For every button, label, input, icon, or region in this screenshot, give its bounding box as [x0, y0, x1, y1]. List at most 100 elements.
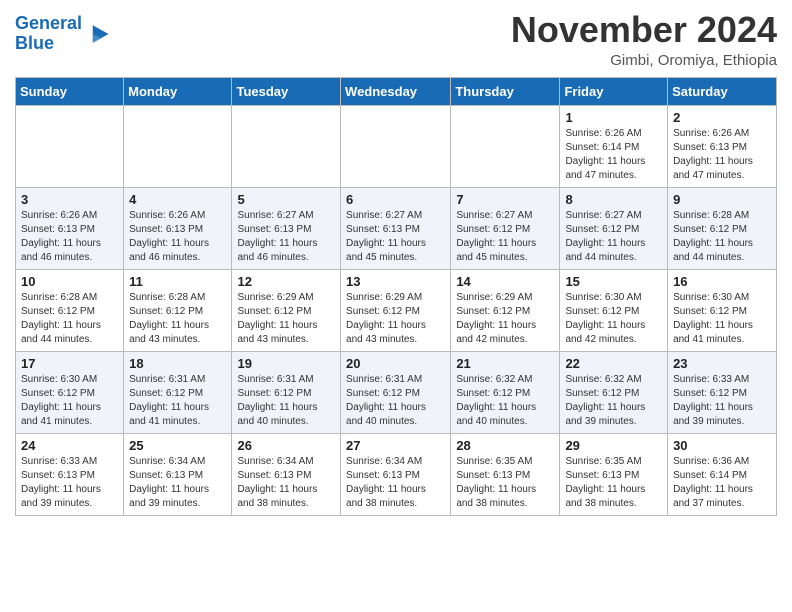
day-number: 5 [237, 192, 335, 207]
day-number: 21 [456, 356, 554, 371]
week-row-2: 3 Sunrise: 6:26 AM Sunset: 6:13 PM Daylig… [16, 187, 777, 269]
day-info: Sunrise: 6:30 AM Sunset: 6:12 PM Dayligh… [673, 291, 771, 347]
calendar-cell: 10Sunrise: 6:28 AM Sunset: 6:12 PM Dayli… [16, 269, 124, 351]
calendar-cell: 18Sunrise: 6:31 AM Sunset: 6:12 PM Dayli… [124, 351, 232, 433]
day-info: Sunrise: 6:29 AM Sunset: 6:12 PM Dayligh… [237, 291, 335, 347]
day-info: Sunrise: 6:32 AM Sunset: 6:12 PM Dayligh… [565, 373, 662, 429]
calendar-cell: 21 Sunrise: 6:32 AM Sunset: 6:12 PM Dayli… [451, 351, 560, 433]
day-info: Sunrise: 6:32 AM Sunset: 6:12 PM Dayligh… [456, 373, 554, 429]
day-info: Sunrise: 6:33 AM Sunset: 6:12 PM Dayligh… [673, 373, 771, 429]
calendar-cell [124, 105, 232, 187]
day-number: 10 [21, 274, 118, 289]
day-info: Sunrise: 6:26 AM Sunset: 6:13 PM Dayligh… [129, 209, 226, 265]
calendar-cell: 22 Sunrise: 6:32 AM Sunset: 6:12 PM Dayli… [560, 351, 668, 433]
day-info: Sunrise: 6:34 AM Sunset: 6:13 PM Dayligh… [346, 455, 445, 511]
calendar-cell: 8 Sunrise: 6:27 AM Sunset: 6:12 PM Daylig… [560, 187, 668, 269]
day-number: 1 [565, 110, 662, 125]
day-number: 15 [565, 274, 662, 289]
calendar-cell: 5 Sunrise: 6:27 AM Sunset: 6:13 PM Daylig… [232, 187, 341, 269]
day-number: 28 [456, 438, 554, 453]
day-info: Sunrise: 6:28 AM Sunset: 6:12 PM Dayligh… [129, 291, 226, 347]
day-info: Sunrise: 6:35 AM Sunset: 6:13 PM Dayligh… [565, 455, 662, 511]
week-row-3: 10 Sunrise: 6:28 AM Sunset: 6:12 PM Dayli… [16, 269, 777, 351]
calendar-cell: 25 Sunrise: 6:34 AM Sunset: 6:13 PM Dayli… [124, 433, 232, 515]
weekday-header-row: SundayMondayTuesdayWednesdayThursdayFrid… [16, 77, 777, 105]
day-info: Sunrise: 6:27 AM Sunset: 6:13 PM Dayligh… [346, 209, 445, 265]
day-number: 2 [673, 110, 771, 125]
day-number: 3 [21, 192, 118, 207]
logo: General Blue [15, 14, 112, 54]
calendar-cell: 30 Sunrise: 6:36 AM Sunset: 6:14 PM Dayli… [668, 433, 777, 515]
logo-icon [84, 20, 112, 48]
weekday-header-monday: Monday [124, 77, 232, 105]
location: Gimbi, Oromiya, Ethiopia [511, 52, 777, 69]
weekday-header-sunday: Sunday [16, 77, 124, 105]
calendar-cell: 27 Sunrise: 6:34 AM Sunset: 6:13 PM Dayli… [341, 433, 451, 515]
day-number: 26 [237, 438, 335, 453]
calendar-cell [451, 105, 560, 187]
day-number: 4 [129, 192, 226, 207]
calendar-cell: 12Sunrise: 6:29 AM Sunset: 6:12 PM Dayli… [232, 269, 341, 351]
calendar-cell: 3Sunrise: 6:26 AM Sunset: 6:13 PM Daylig… [16, 187, 124, 269]
calendar-cell: 1 Sunrise: 6:26 AM Sunset: 6:14 PM Daylig… [560, 105, 668, 187]
calendar-cell [16, 105, 124, 187]
logo-line1: General [15, 13, 82, 33]
calendar-cell: 11 Sunrise: 6:28 AM Sunset: 6:12 PM Dayli… [124, 269, 232, 351]
weekday-header-saturday: Saturday [668, 77, 777, 105]
logo-line2: Blue [15, 33, 54, 53]
page: General Blue November 2024 Gimbi, Oromiy… [0, 0, 792, 526]
day-number: 13 [346, 274, 445, 289]
calendar-cell [341, 105, 451, 187]
day-number: 16 [673, 274, 771, 289]
week-row-1: 1 Sunrise: 6:26 AM Sunset: 6:14 PM Daylig… [16, 105, 777, 187]
day-number: 14 [456, 274, 554, 289]
day-number: 25 [129, 438, 226, 453]
day-number: 27 [346, 438, 445, 453]
day-info: Sunrise: 6:35 AM Sunset: 6:13 PM Dayligh… [456, 455, 554, 511]
day-info: Sunrise: 6:30 AM Sunset: 6:12 PM Dayligh… [565, 291, 662, 347]
day-info: Sunrise: 6:29 AM Sunset: 6:12 PM Dayligh… [346, 291, 445, 347]
day-number: 18 [129, 356, 226, 371]
header: General Blue November 2024 Gimbi, Oromiy… [15, 10, 777, 69]
day-number: 19 [237, 356, 335, 371]
day-info: Sunrise: 6:34 AM Sunset: 6:13 PM Dayligh… [129, 455, 226, 511]
day-number: 8 [565, 192, 662, 207]
calendar-cell: 17Sunrise: 6:30 AM Sunset: 6:12 PM Dayli… [16, 351, 124, 433]
day-info: Sunrise: 6:36 AM Sunset: 6:14 PM Dayligh… [673, 455, 771, 511]
title-block: November 2024 Gimbi, Oromiya, Ethiopia [511, 10, 777, 69]
day-number: 29 [565, 438, 662, 453]
calendar-cell: 23 Sunrise: 6:33 AM Sunset: 6:12 PM Dayli… [668, 351, 777, 433]
day-number: 6 [346, 192, 445, 207]
month-title: November 2024 [511, 10, 777, 50]
day-info: Sunrise: 6:27 AM Sunset: 6:12 PM Dayligh… [456, 209, 554, 265]
logo-text: General Blue [15, 14, 82, 54]
day-info: Sunrise: 6:28 AM Sunset: 6:12 PM Dayligh… [673, 209, 771, 265]
weekday-header-thursday: Thursday [451, 77, 560, 105]
calendar-cell: 4 Sunrise: 6:26 AM Sunset: 6:13 PM Daylig… [124, 187, 232, 269]
calendar-cell: 16 Sunrise: 6:30 AM Sunset: 6:12 PM Dayli… [668, 269, 777, 351]
day-number: 22 [565, 356, 662, 371]
calendar-table: SundayMondayTuesdayWednesdayThursdayFrid… [15, 77, 777, 516]
day-info: Sunrise: 6:34 AM Sunset: 6:13 PM Dayligh… [237, 455, 335, 511]
calendar-cell [232, 105, 341, 187]
calendar-cell: 2Sunrise: 6:26 AM Sunset: 6:13 PM Daylig… [668, 105, 777, 187]
weekday-header-tuesday: Tuesday [232, 77, 341, 105]
week-row-4: 17Sunrise: 6:30 AM Sunset: 6:12 PM Dayli… [16, 351, 777, 433]
day-info: Sunrise: 6:30 AM Sunset: 6:12 PM Dayligh… [21, 373, 118, 429]
day-info: Sunrise: 6:27 AM Sunset: 6:12 PM Dayligh… [565, 209, 662, 265]
day-info: Sunrise: 6:33 AM Sunset: 6:13 PM Dayligh… [21, 455, 118, 511]
day-info: Sunrise: 6:27 AM Sunset: 6:13 PM Dayligh… [237, 209, 335, 265]
weekday-header-wednesday: Wednesday [341, 77, 451, 105]
weekday-header-friday: Friday [560, 77, 668, 105]
day-info: Sunrise: 6:26 AM Sunset: 6:14 PM Dayligh… [565, 127, 662, 183]
calendar-cell: 6 Sunrise: 6:27 AM Sunset: 6:13 PM Daylig… [341, 187, 451, 269]
day-info: Sunrise: 6:29 AM Sunset: 6:12 PM Dayligh… [456, 291, 554, 347]
day-number: 30 [673, 438, 771, 453]
calendar-cell: 28 Sunrise: 6:35 AM Sunset: 6:13 PM Dayli… [451, 433, 560, 515]
calendar-cell: 15 Sunrise: 6:30 AM Sunset: 6:12 PM Dayli… [560, 269, 668, 351]
day-number: 20 [346, 356, 445, 371]
day-number: 23 [673, 356, 771, 371]
day-number: 11 [129, 274, 226, 289]
calendar-cell: 7 Sunrise: 6:27 AM Sunset: 6:12 PM Daylig… [451, 187, 560, 269]
day-number: 7 [456, 192, 554, 207]
